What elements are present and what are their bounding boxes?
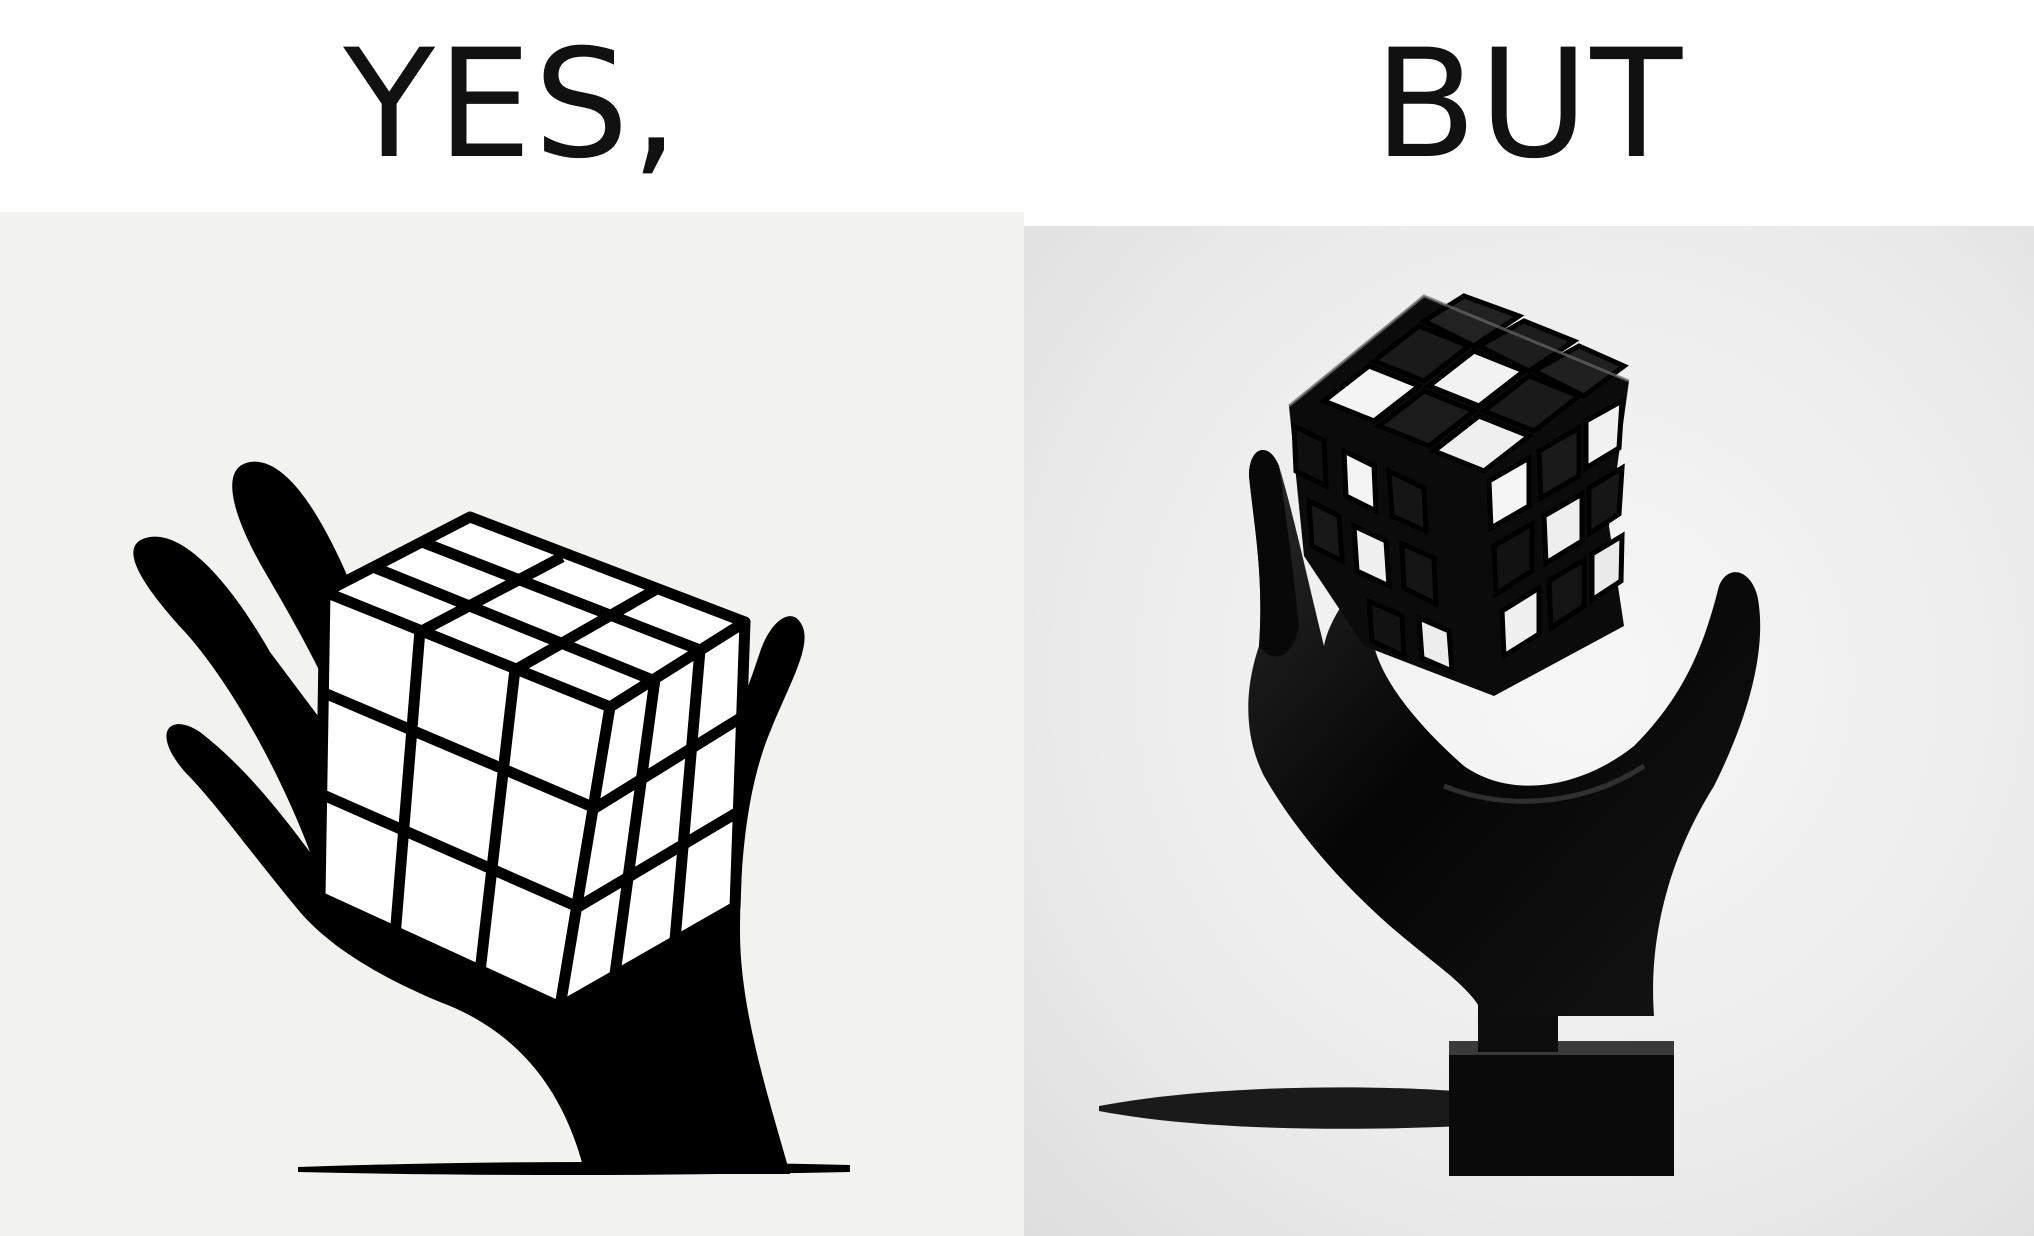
caption-yes: YES, bbox=[343, 18, 681, 192]
hand-cube-illustration-left bbox=[133, 461, 850, 1175]
cast-shadow bbox=[1099, 1087, 1464, 1129]
caption-but: BUT bbox=[1373, 18, 1685, 192]
stand-base bbox=[1449, 988, 1674, 1176]
hand-cube-illustration-right bbox=[1099, 293, 1761, 1176]
panel-but-illustration bbox=[1024, 226, 2034, 1236]
panel-yes-illustration bbox=[0, 212, 1024, 1236]
